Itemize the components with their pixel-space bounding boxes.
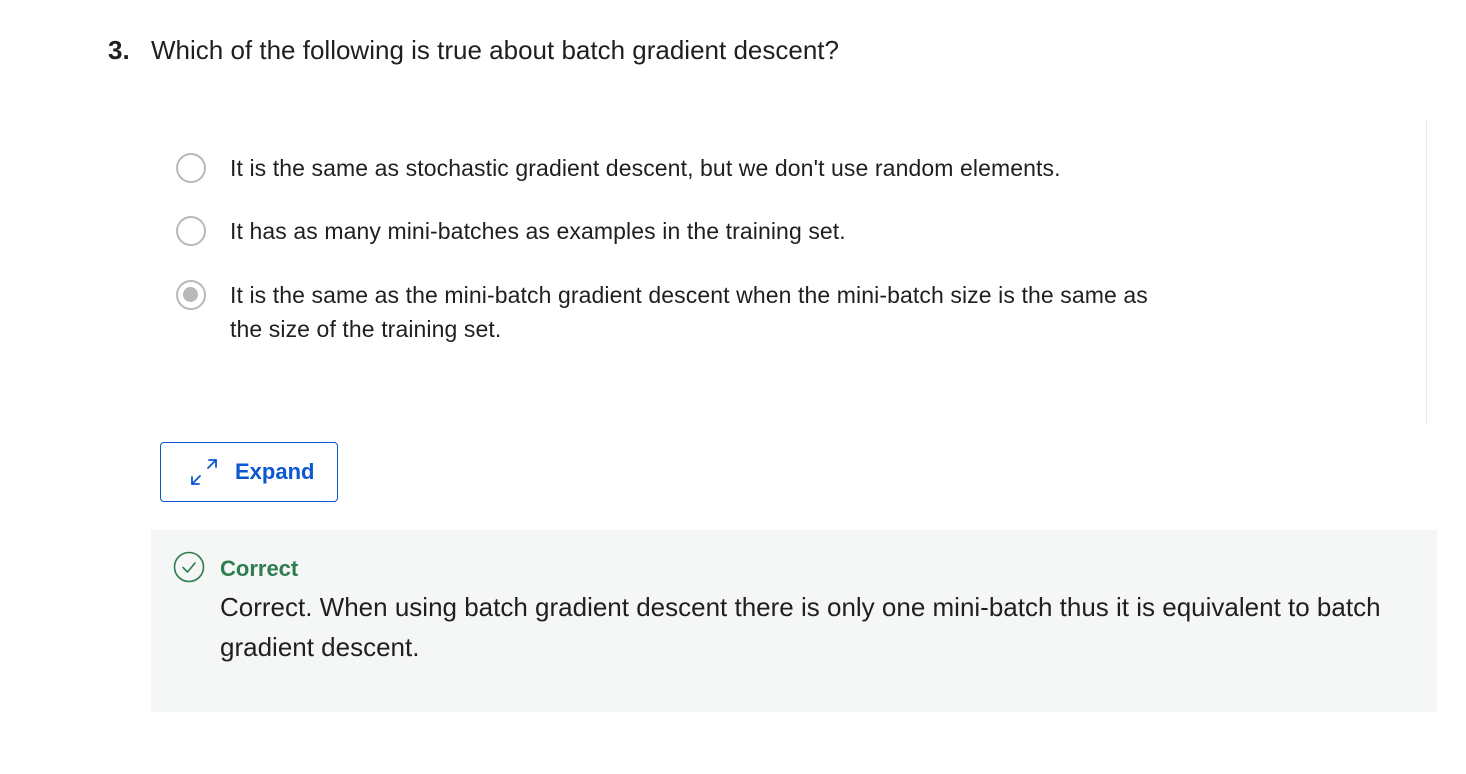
expand-arrows-icon <box>191 459 217 485</box>
expand-button[interactable]: Expand <box>160 442 338 502</box>
radio-button[interactable] <box>176 216 206 246</box>
expand-button-label: Expand <box>235 459 315 484</box>
divider <box>1426 120 1427 423</box>
question-text: Which of the following is true about bat… <box>151 35 839 65</box>
option-label: It has as many mini-batches as examples … <box>230 218 846 244</box>
feedback-title: Correct <box>220 556 299 581</box>
option-1[interactable]: It is the same as stochastic gradient de… <box>176 153 1150 185</box>
feedback-text: Correct. When using batch gradient desce… <box>220 592 1381 662</box>
option-label: It is the same as the mini-batch gradien… <box>230 282 1148 342</box>
radio-button[interactable] <box>176 153 206 183</box>
option-3[interactable]: It is the same as the mini-batch gradien… <box>176 280 1160 346</box>
option-2[interactable]: It has as many mini-batches as examples … <box>176 216 1150 248</box>
question-number: 3. <box>108 35 130 65</box>
feedback-panel: Correct Correct. When using batch gradie… <box>151 530 1437 712</box>
option-label: It is the same as stochastic gradient de… <box>230 155 1061 181</box>
check-circle-icon <box>173 551 205 583</box>
question-header: 3. Which of the following is true about … <box>108 32 839 68</box>
radio-button-selected[interactable] <box>176 280 206 310</box>
